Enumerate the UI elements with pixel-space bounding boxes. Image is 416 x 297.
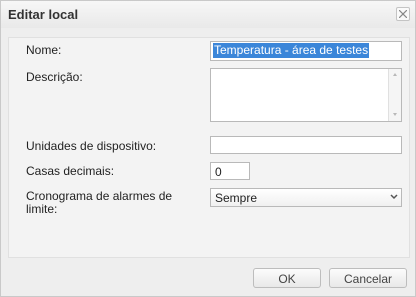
casas-label: Casas decimais: (26, 164, 115, 178)
cronograma-select[interactable]: Sempre (210, 188, 402, 207)
descricao-textarea[interactable] (210, 68, 402, 122)
cancel-button[interactable]: Cancelar (329, 268, 407, 288)
close-button[interactable] (396, 7, 410, 21)
form-panel: Nome: Temperatura - área de testes Descr… (8, 37, 410, 258)
cronograma-label-line2: limite: (26, 202, 58, 216)
dialog-title: Editar local (8, 7, 79, 22)
dialog-titlebar[interactable]: Editar local (1, 1, 415, 28)
ok-button[interactable]: OK (253, 268, 321, 288)
descricao-label: Descrição: (26, 70, 83, 84)
scroll-arrows-icon (393, 73, 397, 116)
descricao-scrollbar[interactable] (388, 69, 401, 121)
chevron-down-icon (390, 194, 398, 200)
nome-label: Nome: (26, 43, 62, 57)
nome-input[interactable]: Temperatura - área de testes (210, 41, 402, 61)
nome-input-value: Temperatura - área de testes (213, 43, 370, 58)
unidades-label: Unidades de dispositivo: (26, 139, 157, 153)
close-icon (399, 10, 407, 18)
casas-input[interactable]: 0 (210, 162, 250, 180)
edit-location-dialog: Editar local Nome: Temperatura - área de… (0, 0, 416, 297)
cronograma-selected-value: Sempre (215, 191, 258, 205)
unidades-input[interactable] (210, 136, 402, 154)
